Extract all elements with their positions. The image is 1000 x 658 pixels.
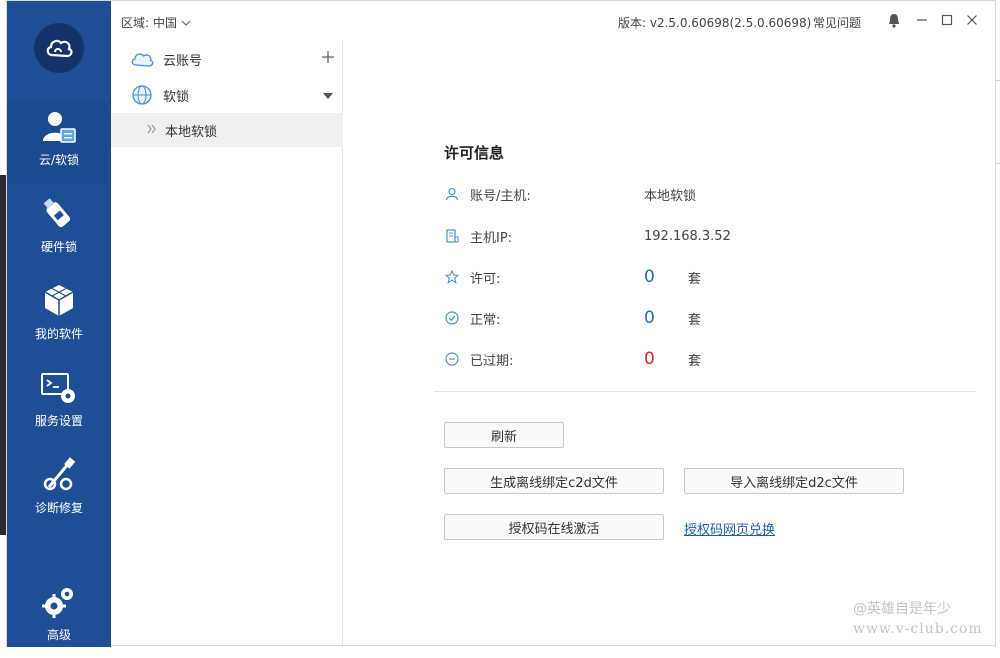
region-value: 中国 — [153, 16, 178, 30]
section-title: 许可信息 — [444, 144, 505, 162]
title-bar: 区域: 中国 版本: v2.5.0.60698(2.5.0.60698) 常见问… — [111, 1, 995, 41]
maximize-icon[interactable] — [938, 11, 956, 29]
caret-down-icon[interactable] — [313, 88, 343, 103]
minus-circle-icon — [444, 351, 460, 367]
nav-label: 诊断修复 — [34, 501, 83, 515]
generate-c2d-button[interactable]: 生成离线绑定c2d文件 — [444, 468, 664, 494]
tree-item-label: 云账号 — [163, 53, 203, 69]
cloud-icon — [129, 46, 155, 72]
globe-icon — [129, 82, 155, 108]
refresh-button[interactable]: 刷新 — [444, 422, 564, 448]
import-d2c-button[interactable]: 导入离线绑定d2c文件 — [684, 468, 904, 494]
normal-count: 0 — [644, 308, 655, 328]
nav-label: 高级 — [46, 628, 71, 642]
cubes-icon — [44, 285, 74, 316]
tree-item-local-soft-lock[interactable]: 本地软锁 — [111, 113, 343, 147]
user-card-icon — [43, 112, 76, 143]
terminal-gear-icon — [41, 373, 75, 403]
region-label: 区域: — [121, 16, 150, 30]
info-row-account-host: 账号/主机: 本地软锁 — [444, 182, 944, 206]
double-chevron-right-icon — [147, 123, 157, 138]
wrench-screwdriver-icon — [43, 457, 76, 491]
unit-label: 套 — [688, 312, 702, 328]
unit-label: 套 — [688, 353, 702, 369]
unit-label: 套 — [688, 271, 702, 287]
nav-label: 我的软件 — [34, 327, 83, 341]
app-logo — [34, 23, 84, 73]
info-label: 已过期: — [470, 353, 514, 369]
usb-key-icon — [43, 198, 71, 228]
nav-service-settings[interactable]: 服务设置 — [7, 360, 111, 444]
watermark-site: www.v-club.com — [853, 621, 983, 637]
check-circle-icon — [444, 310, 460, 326]
expired-count: 0 — [644, 349, 655, 369]
nav-my-software[interactable]: 我的软件 — [7, 273, 111, 357]
bell-icon[interactable] — [885, 11, 903, 29]
tree-item-label: 软锁 — [163, 89, 190, 105]
close-icon[interactable] — [963, 11, 981, 29]
web-exchange-link[interactable]: 授权码网页兑换 — [684, 519, 775, 538]
app-window: 云/软锁 硬件锁 我的软件 服务设置 诊断修复 高级 区域: 中国 版本: v2… — [6, 0, 996, 647]
add-icon[interactable] — [313, 50, 343, 68]
license-panel: 许可信息 账号/主机: 本地软锁 主机IP: 192.168.3.52 许可: … — [343, 41, 995, 647]
nav-cloud-softlock[interactable]: 云/软锁 — [7, 99, 111, 183]
info-label: 许可: — [470, 271, 501, 287]
watermark-author: @英雄自是年少 — [853, 601, 951, 617]
info-row-license: 许可: 0 套 — [444, 265, 944, 289]
cloud-logo-icon — [46, 39, 73, 58]
gears-icon — [42, 588, 73, 618]
info-row-host-ip: 主机IP: 192.168.3.52 — [444, 224, 944, 248]
tree-item-cloud-account[interactable]: 云账号 — [111, 41, 343, 77]
info-label: 正常: — [470, 312, 501, 328]
server-icon — [444, 228, 460, 244]
tree-item-label: 本地软锁 — [165, 124, 218, 140]
star-icon — [444, 269, 460, 285]
chevron-down-icon — [181, 20, 191, 26]
region-selector[interactable]: 区域: 中国 — [121, 14, 191, 31]
online-activate-button[interactable]: 授权码在线激活 — [444, 514, 664, 540]
nav-hardware-lock[interactable]: 硬件锁 — [7, 186, 111, 270]
nav-diagnose-repair[interactable]: 诊断修复 — [7, 447, 111, 531]
screen: 云/软锁 硬件锁 我的软件 服务设置 诊断修复 高级 区域: 中国 版本: v2… — [0, 0, 1000, 650]
tree-item-soft-lock[interactable]: 软锁 — [111, 77, 343, 113]
nav-label: 服务设置 — [34, 414, 83, 428]
sidebar: 云/软锁 硬件锁 我的软件 服务设置 诊断修复 高级 — [7, 1, 111, 647]
divider — [434, 391, 976, 392]
info-label: 账号/主机: — [470, 188, 531, 204]
account-tree: 云账号 软锁 本地软锁 — [111, 41, 343, 647]
info-label: 主机IP: — [470, 230, 513, 246]
nav-label: 硬件锁 — [40, 240, 77, 254]
license-count: 0 — [644, 267, 655, 287]
faq-link[interactable]: 常见问题 — [813, 14, 861, 31]
nav-advanced[interactable]: 高级 — [7, 574, 111, 658]
nav-label: 云/软锁 — [38, 153, 80, 167]
user-icon — [444, 186, 460, 202]
version-text: 版本: v2.5.0.60698(2.5.0.60698) — [618, 16, 812, 30]
info-value: 192.168.3.52 — [644, 228, 731, 244]
info-row-expired: 已过期: 0 套 — [444, 347, 944, 371]
info-value: 本地软锁 — [644, 188, 697, 204]
minimize-icon[interactable] — [913, 11, 931, 29]
info-row-normal: 正常: 0 套 — [444, 306, 944, 330]
